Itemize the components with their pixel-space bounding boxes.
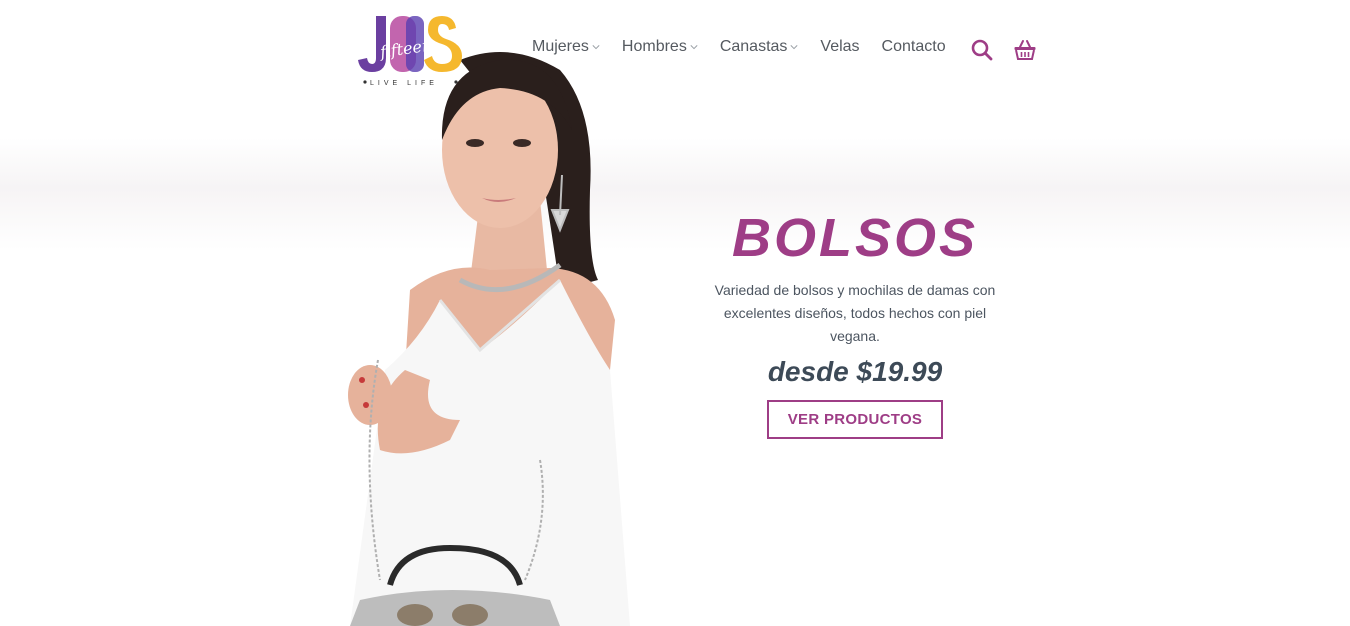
nav-item-velas[interactable]: Velas xyxy=(820,38,859,56)
site-header: fifteen LIVE LIFE Mujeres Hombres Canast… xyxy=(0,0,1350,100)
nav-item-contacto[interactable]: Contacto xyxy=(882,38,946,56)
chevron-down-icon xyxy=(592,45,600,50)
nav-item-canastas[interactable]: Canastas xyxy=(720,38,799,56)
hero-promo: BOLSOS Variedad de bolsos y mochilas de … xyxy=(700,205,1010,439)
search-icon[interactable] xyxy=(970,38,994,62)
hero-description: Variedad de bolsos y mochilas de damas c… xyxy=(714,282,996,344)
ver-productos-button[interactable]: VER PRODUCTOS xyxy=(766,400,944,439)
chevron-down-icon xyxy=(790,45,798,50)
hero-title: BOLSOS xyxy=(731,208,979,268)
nav-item-label: Canastas xyxy=(719,38,788,55)
nav-item-label: Hombres xyxy=(621,38,687,55)
nav-item-mujeres[interactable]: Mujeres xyxy=(532,38,600,56)
nav-item-label: Mujeres xyxy=(532,38,589,55)
nav-item-label: Contacto xyxy=(881,38,946,55)
model-photo xyxy=(348,52,630,626)
main-nav: Mujeres Hombres Canastas Velas Contacto xyxy=(532,38,968,56)
brand-logo[interactable]: fifteen LIVE LIFE xyxy=(356,14,468,88)
hero-price: desde $19.99 xyxy=(767,356,943,387)
logo-tagline: LIVE LIFE xyxy=(370,80,438,87)
basket-icon[interactable] xyxy=(1013,38,1037,62)
chevron-down-icon xyxy=(690,45,698,50)
nav-item-label: Velas xyxy=(820,38,860,55)
nav-item-hombres[interactable]: Hombres xyxy=(622,38,698,56)
svg-text:fifteen: fifteen xyxy=(378,35,433,61)
